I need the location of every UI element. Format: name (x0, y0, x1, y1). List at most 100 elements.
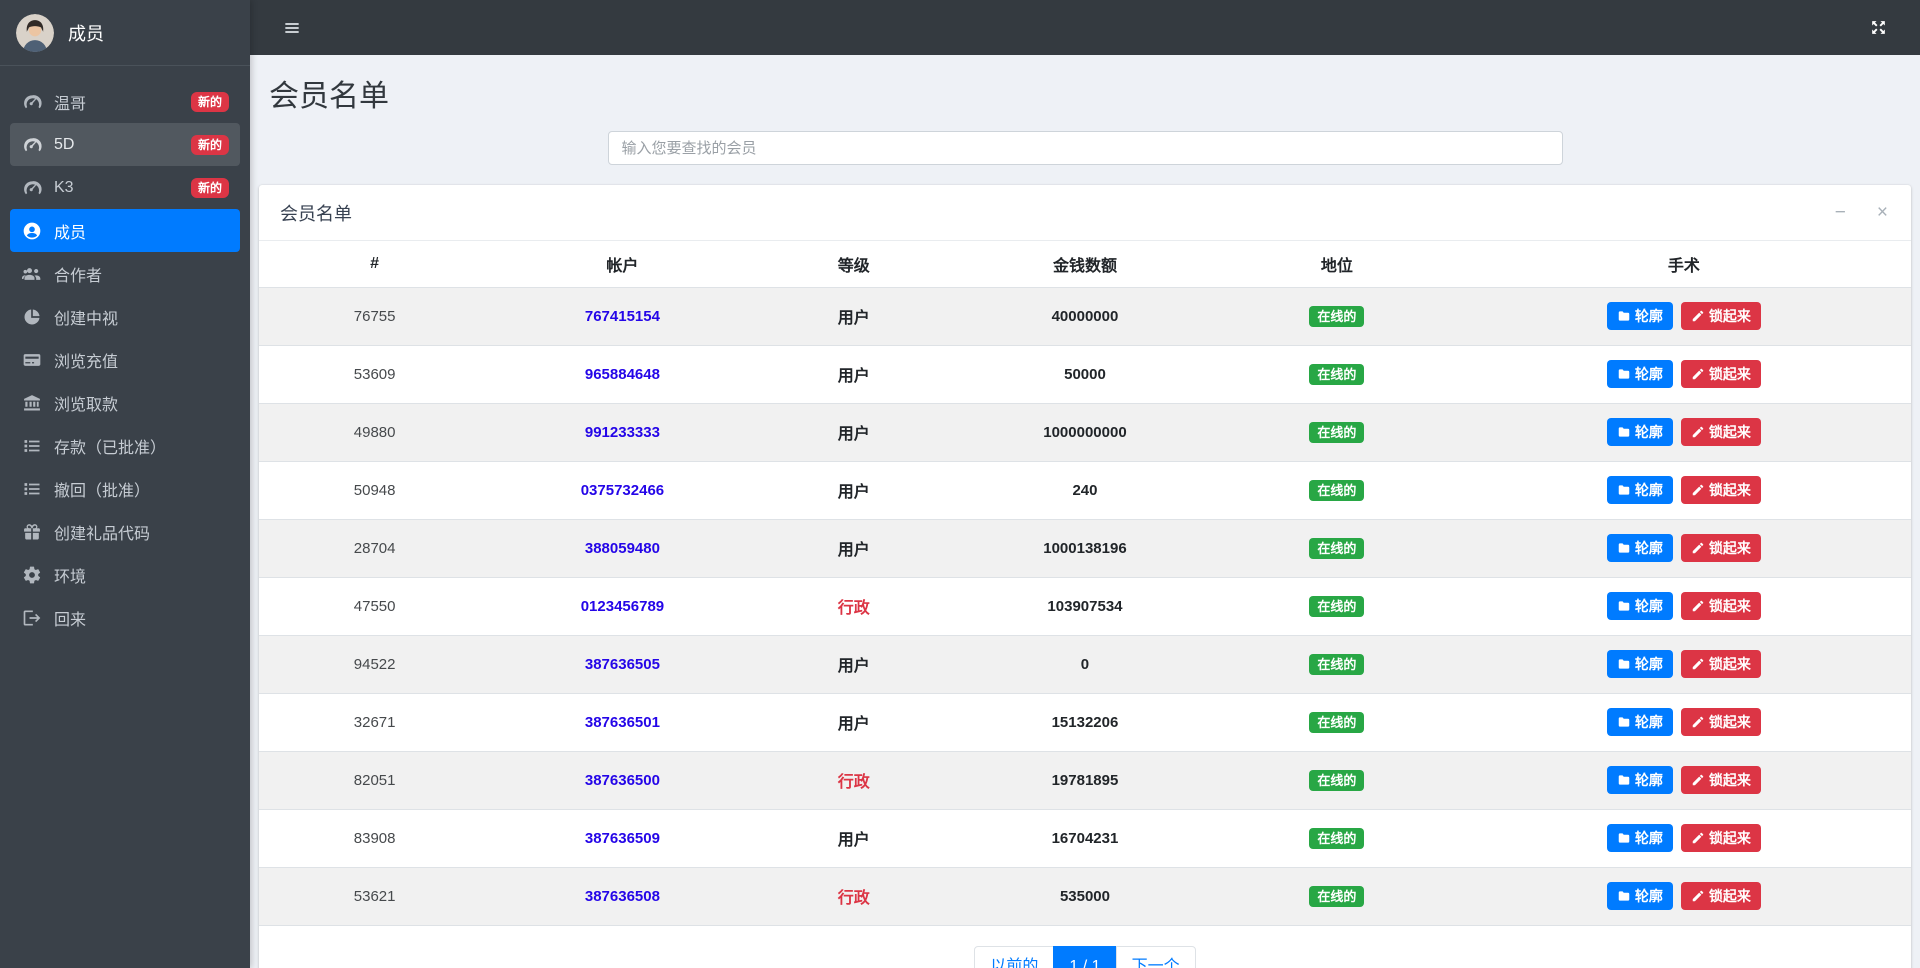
account-cell: 387636508 (490, 867, 755, 926)
lock-button[interactable]: 锁起来 (1680, 823, 1761, 853)
sidebar-toggle-button[interactable] (278, 14, 306, 42)
profile-button-label: 轮廓 (1634, 713, 1663, 730)
lock-button[interactable]: 锁起来 (1680, 649, 1761, 679)
sidebar-item-browse-deposits[interactable]: 浏览充值 (10, 338, 240, 381)
account-link[interactable]: 388059480 (585, 540, 660, 557)
lock-button-label: 锁起来 (1708, 481, 1751, 498)
lock-button[interactable]: 锁起来 (1680, 359, 1761, 389)
avatar (16, 13, 54, 52)
sidebar-item-settings[interactable]: 环境 (10, 553, 240, 596)
sidebar-item-create-agent[interactable]: 创建中视 (10, 295, 240, 338)
sidebar-item-5d[interactable]: 5D 新的 (10, 123, 240, 166)
folder-icon (1617, 599, 1631, 613)
account-link[interactable]: 767415154 (585, 308, 660, 325)
profile-button[interactable]: 轮廓 (1606, 649, 1673, 679)
status-cell: 在线的 (1217, 461, 1457, 520)
column-header: 帐户 (490, 241, 755, 288)
table-row: 49880 991233333 用户 1000000000 在线的 轮廓 锁起来 (259, 403, 1911, 462)
member-amount-cell: 1000000000 (952, 403, 1218, 462)
status-badge: 在线的 (1309, 421, 1365, 443)
sidebar-item-browse-withdrawals[interactable]: 浏览取款 (10, 381, 240, 424)
member-id-cell: 53621 (259, 867, 491, 926)
member-level-cell: 用户 (754, 519, 953, 578)
account-link[interactable]: 387636501 (585, 714, 660, 731)
account-link[interactable]: 965884648 (585, 366, 660, 383)
member-amount-cell: 19781895 (952, 751, 1218, 810)
sidebar-item-members[interactable]: 成员 (10, 209, 240, 252)
profile-button[interactable]: 轮廓 (1606, 765, 1673, 795)
status-badge: 在线的 (1309, 537, 1365, 559)
folder-icon (1617, 541, 1631, 555)
pagination-previous[interactable]: 以前的 (974, 945, 1055, 968)
account-link[interactable]: 387636508 (585, 888, 660, 905)
sidebar: 成员 温哥 新的 5D 新的 K3 新的 成员 合作者 创建中视 浏览充值 浏览取款 存款（已批准）撤… (0, 0, 250, 968)
member-level-cell: 行政 (754, 751, 953, 810)
profile-button[interactable]: 轮廓 (1606, 707, 1673, 737)
lock-button[interactable]: 锁起来 (1680, 881, 1761, 911)
actions-cell: 轮廓 锁起来 (1456, 577, 1911, 636)
pencil-icon (1691, 425, 1705, 439)
sidebar-item-partners[interactable]: 合作者 (10, 252, 240, 295)
account-link[interactable]: 387636505 (585, 656, 660, 673)
search-row (259, 131, 1911, 165)
profile-button[interactable]: 轮廓 (1606, 881, 1673, 911)
status-cell: 在线的 (1217, 867, 1457, 926)
account-link[interactable]: 0375732466 (581, 482, 664, 499)
sidebar-item-label: 创建中视 (54, 310, 119, 328)
member-level-cell: 行政 (754, 867, 953, 926)
profile-button[interactable]: 轮廓 (1606, 591, 1673, 621)
tachometer-icon (21, 91, 42, 112)
lock-button[interactable]: 锁起来 (1680, 707, 1761, 737)
fullscreen-button[interactable] (1865, 14, 1892, 41)
sidebar-item-wenge[interactable]: 温哥 新的 (10, 80, 240, 123)
minimize-icon[interactable]: − (1833, 201, 1848, 224)
account-link[interactable]: 0123456789 (581, 598, 664, 615)
profile-button[interactable]: 轮廓 (1606, 417, 1673, 447)
card-title: 会员名单 (280, 203, 352, 224)
member-id-cell: 50948 (259, 461, 491, 520)
pencil-icon (1691, 599, 1705, 613)
sidebar-item-create-gift-code[interactable]: 创建礼品代码 (10, 510, 240, 553)
status-badge: 在线的 (1309, 305, 1365, 327)
account-link[interactable]: 387636500 (585, 772, 660, 789)
lock-button[interactable]: 锁起来 (1680, 765, 1761, 795)
pagination-next[interactable]: 下一个 (1115, 945, 1196, 968)
table-row: 76755 767415154 用户 40000000 在线的 轮廓 锁起来 (259, 287, 1911, 346)
sidebar-item-deposits-approved[interactable]: 存款（已批准） (10, 424, 240, 467)
lock-button[interactable]: 锁起来 (1680, 417, 1761, 447)
pagination-current[interactable]: 1 / 1 (1053, 945, 1117, 968)
new-badge: 新的 (190, 177, 229, 198)
lock-button[interactable]: 锁起来 (1680, 301, 1761, 331)
account-link[interactable]: 387636509 (585, 830, 660, 847)
sidebar-item-label: K3 (54, 178, 74, 196)
sidebar-item-logout[interactable]: 回来 (10, 596, 240, 639)
profile-button[interactable]: 轮廓 (1606, 301, 1673, 331)
member-search-input[interactable] (607, 131, 1563, 165)
member-level-cell: 用户 (754, 345, 953, 404)
column-header: 等级 (754, 241, 953, 288)
lock-button[interactable]: 锁起来 (1680, 533, 1761, 563)
sidebar-user-name: 成员 (68, 23, 104, 44)
sidebar-item-k3[interactable]: K3 新的 (10, 166, 240, 209)
actions-cell: 轮廓 锁起来 (1456, 635, 1911, 694)
sidebar-item-withdrawals-approved[interactable]: 撤回（批准） (10, 467, 240, 510)
member-id-cell: 82051 (259, 751, 491, 810)
pencil-icon (1691, 541, 1705, 555)
profile-button[interactable]: 轮廓 (1606, 475, 1673, 505)
close-icon[interactable]: × (1875, 201, 1890, 224)
lock-button[interactable]: 锁起来 (1680, 591, 1761, 621)
account-link[interactable]: 991233333 (585, 424, 660, 441)
status-badge: 在线的 (1309, 595, 1365, 617)
lock-button[interactable]: 锁起来 (1680, 475, 1761, 505)
column-header: # (259, 241, 491, 288)
member-id-cell: 32671 (259, 693, 491, 752)
actions-cell: 轮廓 锁起来 (1456, 751, 1911, 810)
profile-button[interactable]: 轮廓 (1606, 823, 1673, 853)
table-row: 53609 965884648 用户 50000 在线的 轮廓 锁起来 (259, 345, 1911, 404)
member-id-cell: 83908 (259, 809, 491, 868)
profile-button-label: 轮廓 (1634, 365, 1663, 382)
profile-button[interactable]: 轮廓 (1606, 533, 1673, 563)
member-level-cell: 用户 (754, 461, 953, 520)
profile-button[interactable]: 轮廓 (1606, 359, 1673, 389)
sidebar-item-label: 创建礼品代码 (54, 525, 151, 543)
